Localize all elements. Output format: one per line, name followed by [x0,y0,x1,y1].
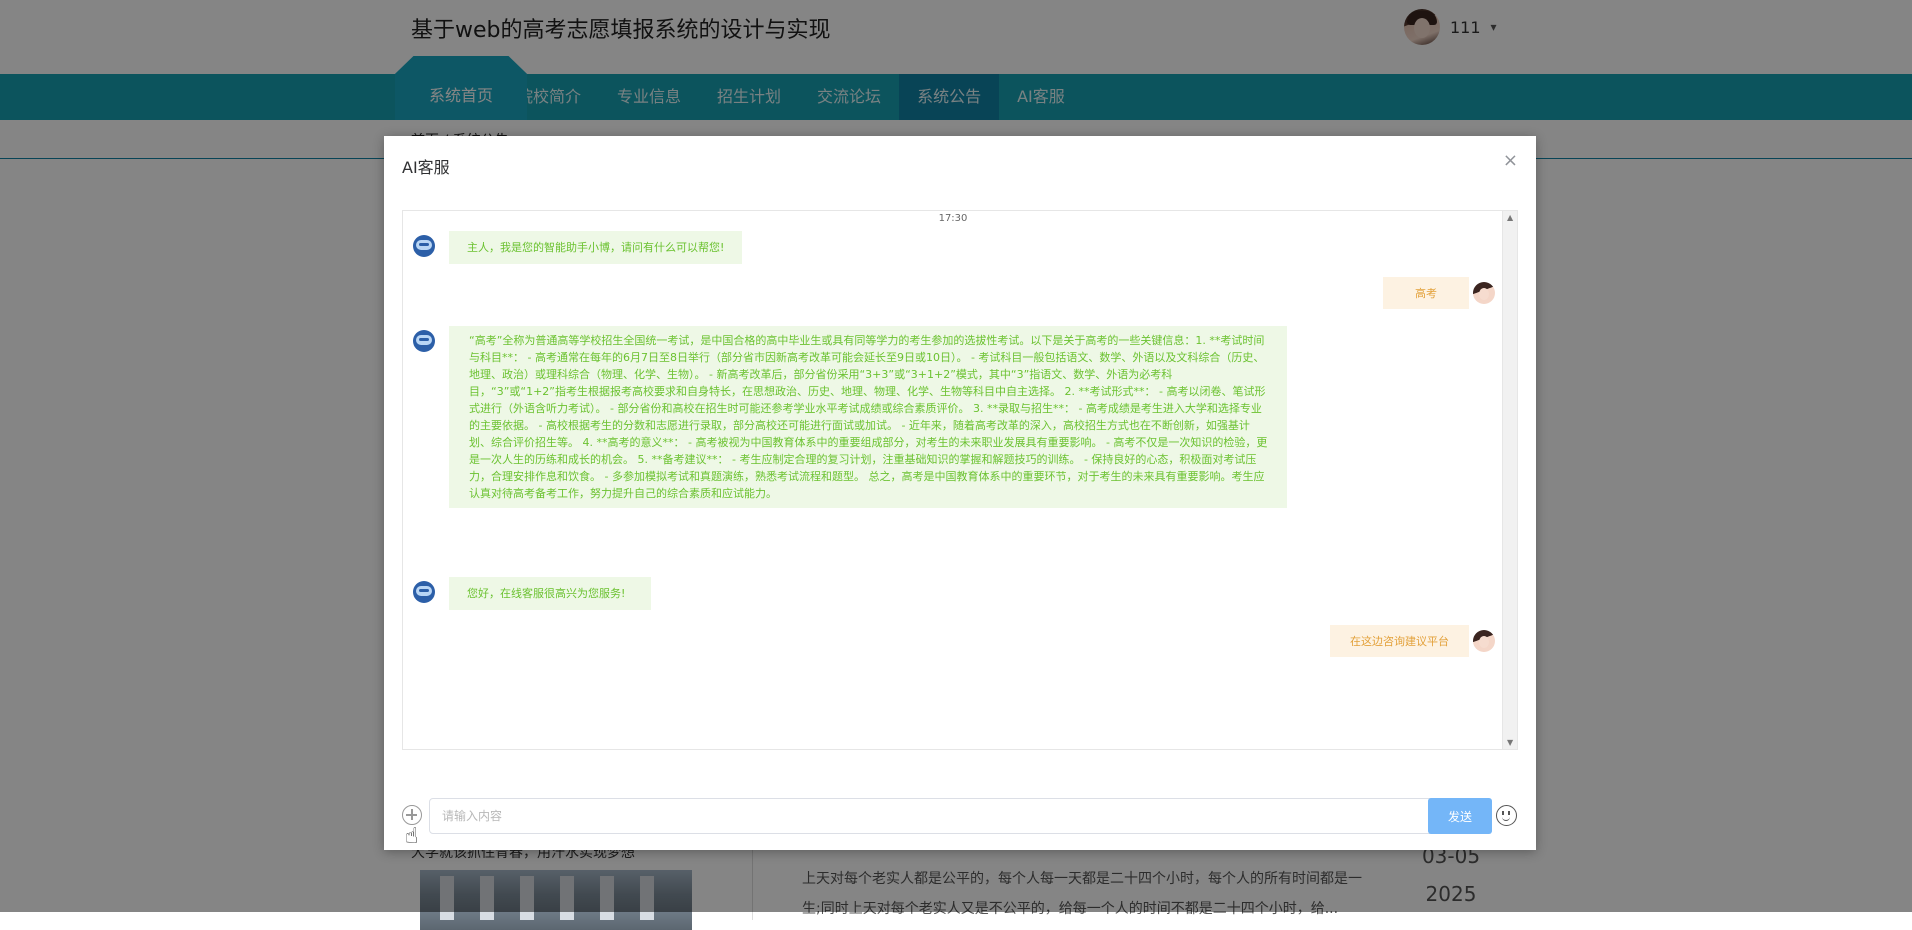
user-message: 在这边咨询建议平台 [1330,625,1495,657]
bot-message: “高考”全称为普通高等学校招生全国统一考试，是中国合格的高中毕业生或具有同等学力… [413,326,1287,508]
hand-cursor-icon: ☝ [405,824,419,849]
chat-input-row: 发送 [402,796,1522,834]
bot-message-text: 主人，我是您的智能助手小博，请问有什么可以帮您! [449,231,743,264]
scroll-down-icon[interactable]: ▼ [1507,738,1513,747]
plus-icon[interactable] [402,805,422,825]
bot-message: 您好，在线客服很高兴为您服务! [413,577,652,610]
send-button[interactable]: 发送 [1428,798,1492,834]
ai-chat-dialog: AI客服 × 17:30 主人，我是您的智能助手小博，请问有什么可以帮您! 高考… [384,136,1536,850]
chat-area[interactable]: 17:30 主人，我是您的智能助手小博，请问有什么可以帮您! 高考 “高考”全称… [402,210,1504,750]
dialog-title: AI客服 [402,158,450,177]
user-avatar [1473,630,1495,652]
bot-avatar-icon [413,330,435,352]
user-message: 高考 [1383,277,1495,309]
user-message-text: 在这边咨询建议平台 [1330,625,1469,657]
bot-avatar-icon [413,581,435,603]
chat-scrollbar[interactable]: ▲ ▼ [1502,210,1518,750]
close-icon[interactable]: × [1503,150,1518,171]
emoji-icon[interactable] [1496,805,1517,826]
bot-message-text: 您好，在线客服很高兴为您服务! [449,577,652,610]
chat-timestamp: 17:30 [938,213,968,224]
bot-message-text: “高考”全称为普通高等学校招生全国统一考试，是中国合格的高中毕业生或具有同等学力… [449,326,1287,508]
bot-avatar-icon [413,235,435,257]
message-input[interactable] [429,798,1441,834]
scroll-up-icon[interactable]: ▲ [1507,213,1513,222]
bot-message: 主人，我是您的智能助手小博，请问有什么可以帮您! [413,231,743,264]
user-avatar [1473,282,1495,304]
user-message-text: 高考 [1383,277,1469,309]
